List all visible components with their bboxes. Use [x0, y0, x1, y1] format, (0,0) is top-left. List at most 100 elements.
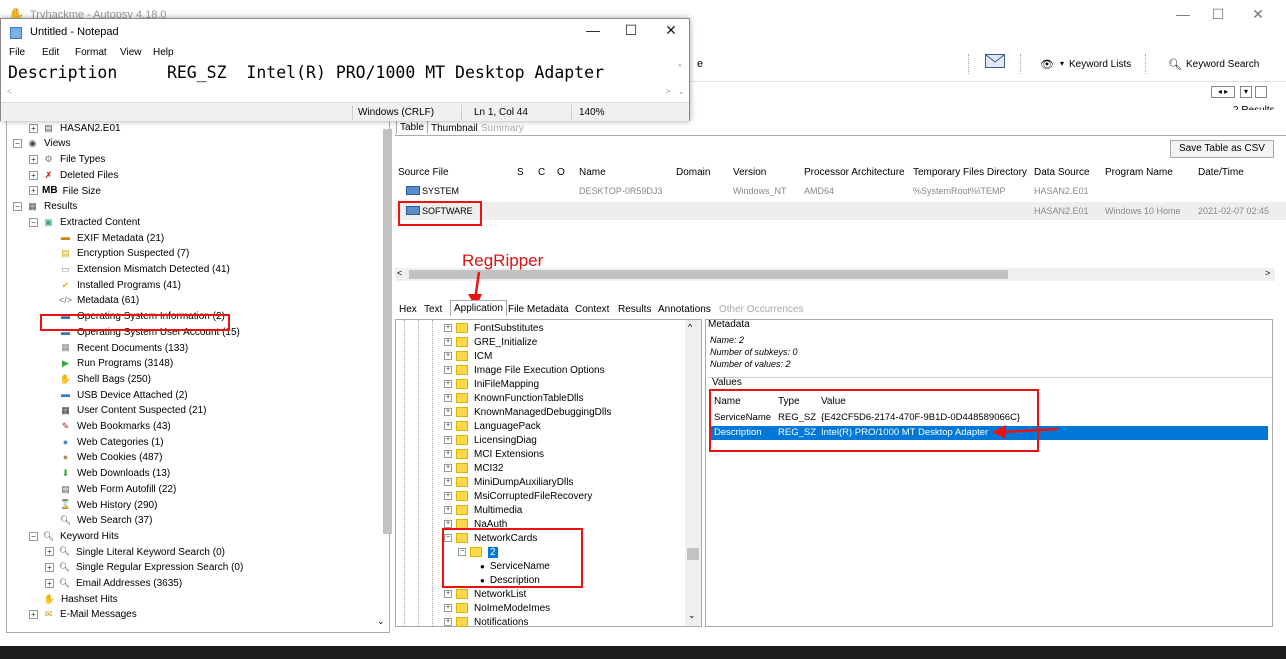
expand-icon[interactable]: +	[45, 547, 54, 557]
tree-item[interactable]: + 🔍︎ Single Regular Expression Search (0)	[45, 560, 243, 575]
tree-item[interactable]: ✋ Hashset Hits	[43, 592, 118, 607]
tab-annotations[interactable]: Annotations	[655, 302, 714, 318]
tree-item[interactable]: + ⚙ File Types	[29, 152, 105, 167]
expand-icon[interactable]: +	[444, 590, 452, 599]
tree-item[interactable]: ▦ User Content Suspected (21)	[59, 403, 206, 418]
tree-item[interactable]: ✋ Shell Bags (250)	[59, 372, 151, 387]
registry-key[interactable]: + KnownManagedDebuggingDlls	[444, 406, 611, 420]
expand-icon[interactable]: +	[29, 186, 38, 196]
tree-item[interactable]: + ✗ Deleted Files	[29, 168, 118, 183]
tree-item[interactable]: ✎ Web Bookmarks (43)	[59, 419, 171, 434]
expand-icon[interactable]: +	[45, 563, 54, 573]
tree-item[interactable]: ▬ EXIF Metadata (21)	[59, 231, 164, 246]
scroll-right-icon[interactable]: >	[666, 87, 671, 96]
expand-icon[interactable]: +	[444, 380, 452, 389]
column-header[interactable]: Source File	[398, 167, 449, 178]
scrollbar-thumb[interactable]	[409, 270, 1008, 279]
scroll-left-icon[interactable]: <	[397, 268, 402, 278]
tab-context[interactable]: Context	[572, 302, 612, 318]
tree-item[interactable]: ⬇ Web Downloads (13)	[59, 466, 170, 481]
table-row[interactable]	[395, 182, 1286, 200]
tree-item[interactable]: + MB File Size	[29, 184, 101, 199]
tree-item[interactable]: + 🔍︎ Email Addresses (3635)	[45, 576, 182, 591]
column-header[interactable]: Date/Time	[1198, 167, 1244, 178]
registry-key[interactable]: + IniFileMapping	[444, 378, 539, 392]
scroll-right-icon[interactable]: >	[1265, 268, 1270, 278]
notepad-text-content[interactable]: Description REG_SZ Intel(R) PRO/1000 MT …	[8, 63, 604, 82]
dropdown-button[interactable]: ▾	[1240, 86, 1252, 98]
registry-key[interactable]: + MsiCorruptedFileRecovery	[444, 490, 592, 504]
tree-item[interactable]: − 🔍︎ Keyword Hits	[29, 529, 119, 544]
tab-application[interactable]: Application	[450, 300, 507, 316]
tree-item[interactable]: ● Web Cookies (487)	[59, 450, 163, 465]
expand-icon[interactable]: +	[444, 436, 452, 445]
notepad-minimize-button[interactable]: —	[573, 22, 613, 42]
column-header[interactable]: Data Source	[1034, 167, 1090, 178]
tree-item[interactable]: − ▣ Extracted Content	[29, 215, 140, 230]
registry-key[interactable]: + Image File Execution Options	[444, 364, 605, 378]
expand-icon[interactable]: +	[29, 154, 38, 164]
registry-key[interactable]: + MiniDumpAuxiliaryDlls	[444, 476, 573, 490]
column-header[interactable]: Version	[733, 167, 766, 178]
column-header[interactable]: S	[517, 167, 524, 178]
registry-key[interactable]: + FontSubstitutes	[444, 322, 543, 336]
tree-item[interactable]: − ◉ Views	[13, 136, 71, 151]
expand-icon[interactable]: +	[29, 170, 38, 180]
collapse-icon[interactable]: −	[29, 217, 38, 227]
expand-icon[interactable]: +	[444, 338, 452, 347]
registry-key[interactable]: + MCI Extensions	[444, 448, 544, 462]
maximize-pane-button[interactable]	[1255, 86, 1267, 98]
expand-icon[interactable]: +	[444, 618, 452, 627]
tree-item[interactable]: + ✉ E-Mail Messages	[29, 607, 137, 622]
registry-key[interactable]: + Multimedia	[444, 504, 522, 518]
tree-item[interactable]: ▶ Run Programs (3148)	[59, 356, 173, 371]
expand-icon[interactable]: +	[444, 450, 452, 459]
expand-icon[interactable]: +	[444, 352, 452, 361]
notepad-close-button[interactable]: ✕	[651, 22, 691, 42]
registry-key[interactable]: + LicensingDiag	[444, 434, 537, 448]
registry-key[interactable]: + GRE_Initialize	[444, 336, 537, 350]
mail-icon[interactable]	[985, 54, 1005, 68]
tab-summary[interactable]: Summary	[478, 121, 527, 136]
tree-item[interactable]: ● Web Categories (1)	[59, 435, 164, 450]
column-header[interactable]: Processor Architecture	[804, 167, 905, 178]
tab-other-occurrences[interactable]: Other Occurrences	[716, 302, 806, 318]
column-header[interactable]: O	[557, 167, 565, 178]
notepad-menu-help[interactable]: Help	[153, 47, 174, 58]
autopsy-minimize-button[interactable]: —	[1163, 6, 1203, 26]
save-table-csv-button[interactable]: Save Table as CSV	[1170, 140, 1274, 158]
expand-icon[interactable]: +	[45, 578, 54, 588]
chevron-down-icon[interactable]: ⌄	[377, 616, 385, 627]
tree-scrollbar[interactable]	[383, 129, 392, 534]
autopsy-maximize-button[interactable]: ☐	[1198, 6, 1238, 26]
registry-tree-scrollbar[interactable]: ^ ⌄	[685, 320, 701, 626]
scroll-left-icon[interactable]: <	[7, 87, 12, 96]
chevron-up-icon[interactable]: ^	[688, 322, 692, 332]
notepad-menu-file[interactable]: File	[9, 47, 25, 58]
tree-item[interactable]: </> Metadata (61)	[59, 293, 139, 308]
tree-item[interactable]: ▬ USB Device Attached (2)	[59, 388, 188, 403]
registry-key[interactable]: + KnownFunctionTableDlls	[444, 392, 584, 406]
expand-icon[interactable]: +	[444, 366, 452, 375]
column-header[interactable]: Name	[579, 167, 606, 178]
expand-icon[interactable]: +	[444, 408, 452, 417]
tab-hex[interactable]: Hex	[396, 302, 420, 318]
tree-item[interactable]: + 🔍︎ Single Literal Keyword Search (0)	[45, 545, 225, 560]
notepad-menu-view[interactable]: View	[120, 47, 142, 58]
expand-icon[interactable]: +	[444, 422, 452, 431]
chevron-up-icon[interactable]: ^	[678, 63, 682, 72]
chevron-down-icon[interactable]: ⌄	[688, 610, 696, 621]
tab-text[interactable]: Text	[421, 302, 445, 318]
autopsy-close-button[interactable]: ✕	[1238, 6, 1278, 26]
registry-key[interactable]: + NetworkList	[444, 588, 526, 602]
tab-table[interactable]: Table	[396, 119, 428, 134]
registry-key[interactable]: + LanguagePack	[444, 420, 541, 434]
notepad-menu-edit[interactable]: Edit	[42, 47, 59, 58]
expand-icon[interactable]: +	[444, 506, 452, 515]
tree-item[interactable]: ▭ Extension Mismatch Detected (41)	[59, 262, 230, 277]
registry-key[interactable]: + ICM	[444, 350, 492, 364]
tree-item[interactable]: ▤ Encryption Suspected (7)	[59, 246, 189, 261]
scrollbar-thumb[interactable]	[687, 548, 699, 560]
expand-icon[interactable]: +	[29, 123, 38, 133]
tree-item[interactable]: ⌛ Web History (290)	[59, 498, 158, 513]
